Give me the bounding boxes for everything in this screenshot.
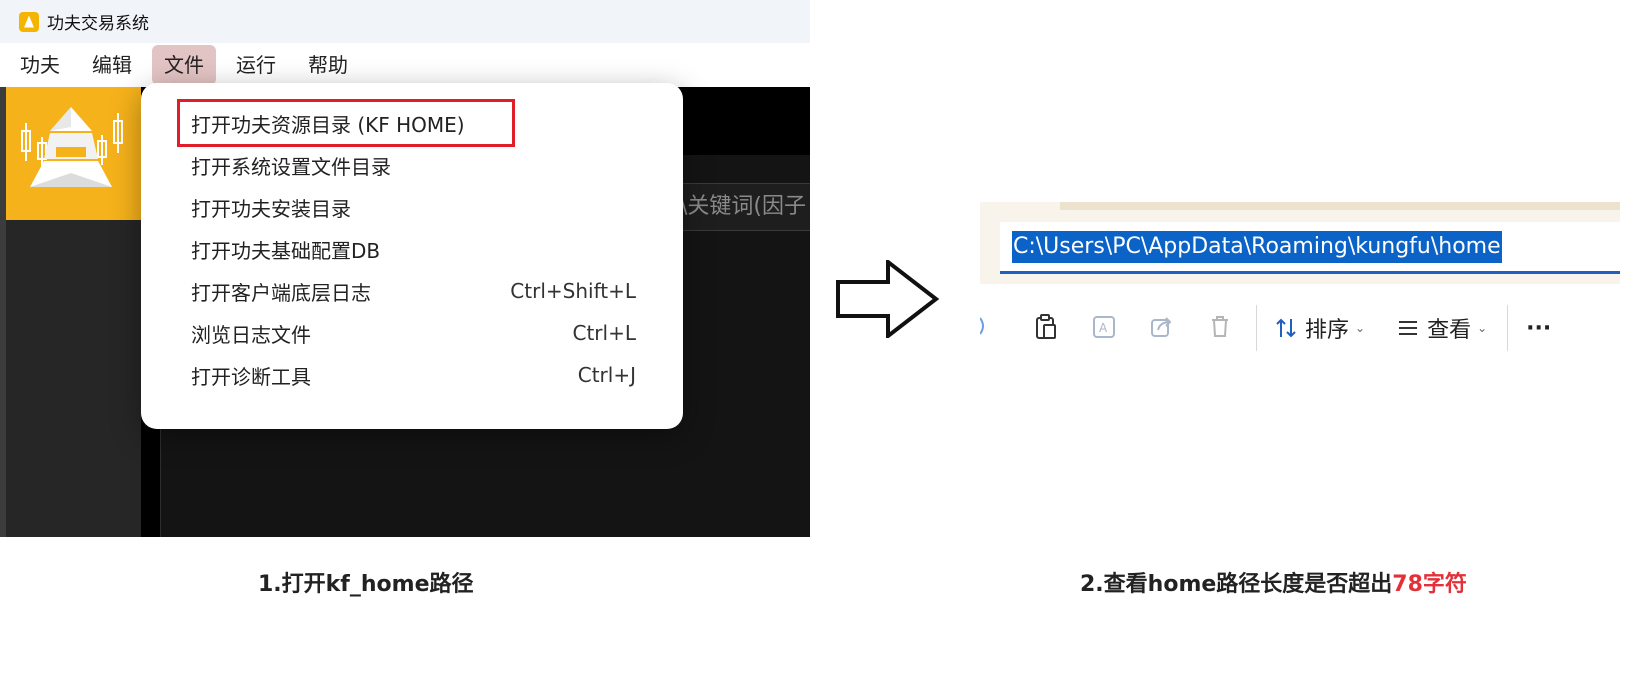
sort-button[interactable]: 排序 ⌄ [1275,312,1365,344]
menu-kungfu[interactable]: 功夫 [8,45,72,85]
sidebar [6,220,141,537]
more-options-button[interactable]: ··· [1526,316,1551,341]
kungfu-mascot-icon [21,107,123,187]
explorer-tab-strip [1060,202,1620,210]
search-input[interactable]: \关键词(因子 [680,183,810,231]
svg-text:A: A [1099,321,1108,335]
chevron-down-icon: ⌄ [1355,321,1366,335]
step2-caption: 2.查看home路径长度是否超出78字符 [1080,566,1467,598]
kungfu-logo [6,87,141,220]
app-logo-icon [19,11,39,32]
menu-item-label: 打开功夫资源目录 (KF HOME) [191,112,465,137]
menu-item-label: 打开诊断工具 [191,364,311,389]
menu-item-shortcut: Ctrl+J [577,363,636,387]
rename-icon[interactable]: A [1090,314,1118,342]
view-label: 查看 [1427,318,1472,343]
toolbar-divider [1507,305,1509,351]
menu-item-label: 浏览日志文件 [191,322,311,347]
kungfu-app-window: 功夫交易系统 功夫 编辑 文件 运行 帮助 \关键词(因子 打开功夫资源目录 (… [0,0,810,537]
menu-edit[interactable]: 编辑 [80,45,144,85]
view-button[interactable]: 查看 ⌄ [1397,312,1487,344]
address-bar[interactable]: C:\Users\PC\AppData\Roaming\kungfu\home [1000,222,1620,274]
explorer-toolbar: A 排序 ⌄ 查看 ⌄ ··· [980,298,1620,358]
step2-caption-text: 2.查看home路径长度是否超出 [1080,572,1393,597]
step2-caption-accent: 78字符 [1392,572,1467,597]
menu-item-label: 打开系统设置文件目录 [191,154,391,179]
menu-item-label: 打开客户端底层日志 [191,280,371,305]
address-path-text[interactable]: C:\Users\PC\AppData\Roaming\kungfu\home [1012,231,1502,263]
toolbar-divider [1256,305,1257,351]
sort-label: 排序 [1305,318,1350,343]
menu-item-label: 打开功夫基础配置DB [191,238,381,263]
right-arrow-icon [836,260,940,338]
menu-file[interactable]: 文件 [152,45,216,85]
menu-run[interactable]: 运行 [224,45,288,85]
menu-browse-log-files[interactable]: 浏览日志文件 Ctrl+L [191,315,636,351]
sort-icon [1276,318,1296,338]
menu-open-client-log[interactable]: 打开客户端底层日志 Ctrl+Shift+L [191,273,636,309]
paste-icon[interactable] [1032,314,1060,342]
file-explorer-window: C:\Users\PC\AppData\Roaming\kungfu\home … [980,202,1620,362]
menu-open-config-db[interactable]: 打开功夫基础配置DB [191,231,636,267]
menu-help[interactable]: 帮助 [296,45,360,85]
chevron-down-icon: ⌄ [1477,321,1488,335]
view-icon [1399,321,1418,335]
file-dropdown-menu: 打开功夫资源目录 (KF HOME) 打开系统设置文件目录 打开功夫安装目录 打… [141,83,683,429]
menu-item-shortcut: Ctrl+Shift+L [510,279,636,303]
menu-item-shortcut: Ctrl+L [572,321,637,345]
delete-icon[interactable] [1206,314,1234,342]
title-bar: 功夫交易系统 [0,0,810,43]
step1-caption: 1.打开kf_home路径 [258,572,474,597]
menu-open-install-dir[interactable]: 打开功夫安装目录 [191,189,636,225]
menu-bar: 功夫 编辑 文件 运行 帮助 [0,43,810,87]
menu-open-settings-dir[interactable]: 打开系统设置文件目录 [191,147,636,183]
menu-open-diagnostic-tool[interactable]: 打开诊断工具 Ctrl+J [191,357,636,393]
menu-item-label: 打开功夫安装目录 [191,196,351,221]
window-title: 功夫交易系统 [47,14,149,34]
share-icon[interactable] [1148,314,1176,342]
menu-open-kf-home[interactable]: 打开功夫资源目录 (KF HOME) [191,105,636,141]
partial-icon[interactable] [980,314,990,342]
